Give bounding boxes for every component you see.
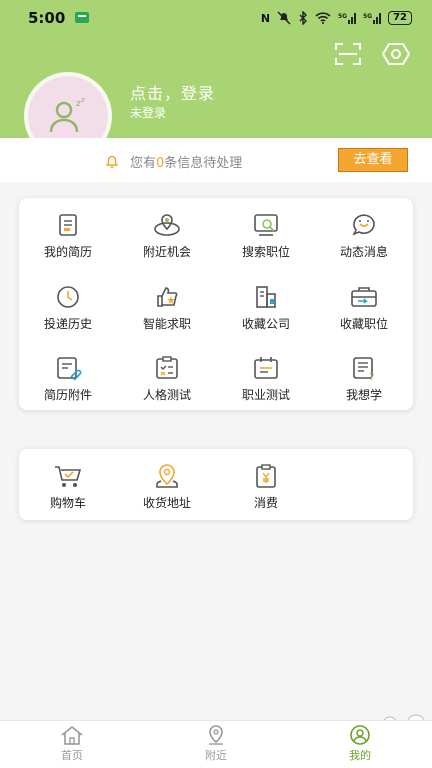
notice-text: 您有0条信息待处理 xyxy=(130,152,242,171)
menu-item-nearby[interactable]: 附近机会 xyxy=(122,212,212,260)
menu-item-label: 我的简历 xyxy=(43,245,92,259)
signal-icon-2: 5G xyxy=(363,13,382,24)
profile-icon xyxy=(350,725,370,745)
resume-icon xyxy=(59,214,77,236)
learn-icon: ? xyxy=(353,357,374,381)
user-sleep-icon: z z xyxy=(49,96,85,133)
login-title[interactable]: 点击，登录 xyxy=(130,80,215,104)
view-notice-button[interactable]: 去查看 xyxy=(338,148,408,172)
menu-item-label: 人格测试 xyxy=(142,388,191,402)
menu-item-label: 收藏职位 xyxy=(339,317,388,331)
tab-home[interactable]: 首页 xyxy=(32,725,112,763)
menu-item-label: 搜索职位 xyxy=(241,245,290,259)
shop-item-consumption[interactable]: 消费 xyxy=(221,463,311,511)
cart-icon xyxy=(55,466,82,487)
tab-nearby[interactable]: 附近 xyxy=(176,725,256,763)
menu-item-label: 附近机会 xyxy=(142,245,191,259)
status-time: 5:00 xyxy=(28,9,66,27)
tab-label: 我的 xyxy=(349,749,371,762)
menu-item-label: 我想学 xyxy=(345,388,382,402)
shop-menu-card: 购物车 收货地址 消费 xyxy=(19,449,413,520)
menu-item-search-job[interactable]: 搜索职位 xyxy=(221,212,311,260)
history-icon xyxy=(57,286,79,308)
resume-attachment-icon xyxy=(57,357,82,381)
tab-label: 首页 xyxy=(61,749,83,762)
menu-item-resume[interactable]: 我的简历 xyxy=(23,212,113,260)
shop-item-cart[interactable]: 购物车 xyxy=(23,463,113,511)
menu-item-fav-job[interactable]: 收藏职位 xyxy=(319,284,409,332)
svg-text:?: ? xyxy=(369,372,374,381)
menu-item-personality[interactable]: 人格测试 xyxy=(122,355,212,403)
notice-suffix: 条信息待处理 xyxy=(164,156,243,171)
scan-icon[interactable] xyxy=(334,42,362,66)
menu-item-learn[interactable]: ? 我想学 xyxy=(319,355,409,403)
consumption-icon xyxy=(256,464,276,488)
mute-icon xyxy=(277,11,291,25)
bell-icon xyxy=(105,155,119,168)
bluetooth-icon xyxy=(299,11,308,25)
signal-icon: 5G xyxy=(338,13,357,24)
shop-item-label: 收货地址 xyxy=(142,496,191,510)
career-test-icon xyxy=(254,357,278,379)
tab-label: 附近 xyxy=(205,749,227,762)
search-job-icon xyxy=(254,214,278,236)
svg-text:5G: 5G xyxy=(338,13,347,20)
tab-mine[interactable]: 我的 xyxy=(320,725,400,763)
favorite-company-icon xyxy=(256,286,276,308)
menu-item-label: 简历附件 xyxy=(43,388,92,402)
address-icon xyxy=(156,464,178,488)
menu-item-message[interactable]: 动态消息 xyxy=(319,212,409,260)
nfc-icon: N xyxy=(260,11,271,25)
menu-item-career-test[interactable]: 职业测试 xyxy=(221,355,311,403)
home-icon xyxy=(61,725,83,745)
menu-item-label: 收藏公司 xyxy=(241,317,290,331)
shop-item-label: 消费 xyxy=(253,496,278,510)
message-icon xyxy=(352,214,375,236)
message-status-icon xyxy=(75,12,90,23)
menu-item-fav-company[interactable]: 收藏公司 xyxy=(221,284,311,332)
favorite-job-icon xyxy=(351,287,377,307)
settings-icon[interactable] xyxy=(382,42,410,66)
menu-item-label: 投递历史 xyxy=(43,317,92,331)
menu-item-smart-job[interactable]: 智能求职 xyxy=(122,284,212,332)
menu-item-label: 职业测试 xyxy=(241,388,290,402)
menu-item-label: 智能求职 xyxy=(142,317,191,331)
svg-text:5G: 5G xyxy=(363,13,372,20)
smart-job-icon xyxy=(157,287,178,307)
notice-prefix: 您有 xyxy=(130,156,157,171)
svg-text:z: z xyxy=(81,96,85,104)
wifi-icon xyxy=(315,12,331,24)
location-icon xyxy=(209,725,223,745)
bottom-tab-bar: 首页 附近 我的 xyxy=(0,720,432,768)
menu-item-history[interactable]: 投递历史 xyxy=(23,284,113,332)
personality-test-icon xyxy=(156,356,178,379)
menu-item-attachment[interactable]: 简历附件 xyxy=(23,355,113,403)
shop-item-label: 购物车 xyxy=(49,496,86,510)
menu-item-label: 动态消息 xyxy=(339,245,388,259)
nearby-opportunity-icon xyxy=(154,214,180,236)
login-status: 未登录 xyxy=(130,106,167,120)
feature-menu-card: 我的简历 附近机会 搜索职位 动态消息 投递历史 智能求职 收藏公司 收藏职位 … xyxy=(19,198,413,410)
shop-item-address[interactable]: 收货地址 xyxy=(122,463,212,511)
battery-indicator: 72 xyxy=(388,11,412,25)
status-bar: 5:00 N 5G 5G 72 xyxy=(0,0,432,36)
